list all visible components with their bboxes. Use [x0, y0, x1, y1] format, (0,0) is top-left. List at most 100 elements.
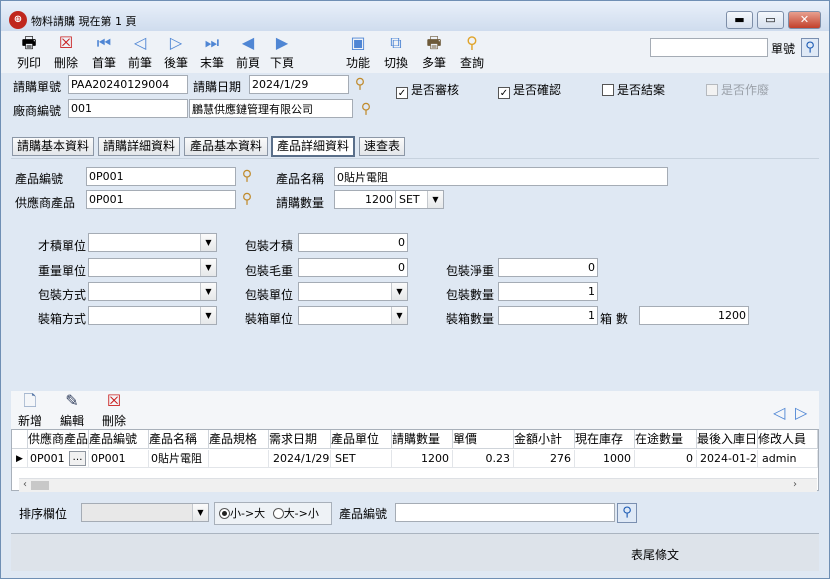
maximize-button[interactable]: ▭: [757, 11, 784, 29]
sort-order-group: 小->大 大->小: [214, 502, 332, 525]
box-qty-field[interactable]: [498, 306, 598, 325]
ellipsis-button[interactable]: …: [69, 451, 86, 466]
pack-cubic-label: 包裝才積: [245, 239, 294, 253]
column-header[interactable]: 產品編號: [89, 430, 149, 449]
query-button[interactable]: ⚲ 查詢: [455, 33, 489, 71]
column-header[interactable]: 金額小計: [514, 430, 575, 449]
boxes-field[interactable]: [639, 306, 749, 325]
scroll-left-icon[interactable]: ‹: [23, 479, 27, 490]
table-cell[interactable]: SET: [331, 450, 392, 468]
product-search-input[interactable]: [395, 503, 615, 522]
table-cell[interactable]: 0貼片電阻: [149, 450, 209, 468]
column-header[interactable]: 產品規格: [209, 430, 269, 449]
print-button[interactable]: 🖶 列印: [11, 33, 47, 71]
table-cell[interactable]: [209, 450, 269, 468]
pack-gross-field[interactable]: [298, 258, 408, 277]
query-icon: ⚲: [466, 33, 478, 52]
vendor-code-field[interactable]: [68, 99, 188, 118]
pack-qty-field[interactable]: [498, 282, 598, 301]
vendor-product-field[interactable]: [86, 190, 236, 209]
confirmed-checkbox[interactable]: ✓ 是否確認: [498, 81, 561, 99]
column-header[interactable]: 供應商產品: [28, 430, 89, 449]
chevron-down-icon: ▼: [427, 191, 443, 208]
table-cell[interactable]: 0.23: [453, 450, 514, 468]
pack-method-select[interactable]: ▼: [88, 282, 217, 301]
tab-product-basic[interactable]: 產品基本資料: [184, 137, 268, 156]
switch-button[interactable]: ⧉ 切換: [379, 33, 413, 71]
window-title: 物料請購 現在第 1 頁: [31, 15, 137, 28]
vendor-lookup-icon[interactable]: ⚲: [357, 100, 375, 118]
search-icon[interactable]: ⚲: [617, 503, 637, 523]
table-cell[interactable]: 0: [635, 450, 697, 468]
product-lookup-icon[interactable]: ⚲: [238, 167, 256, 185]
chevron-down-icon: ▼: [200, 307, 216, 324]
qty-field[interactable]: [334, 190, 396, 209]
column-header[interactable]: 在途數量: [635, 430, 697, 449]
table-cell[interactable]: 0P001: [89, 450, 149, 468]
tab-order-basic[interactable]: 請購基本資料: [12, 137, 94, 156]
next-record-button[interactable]: ▷ 後筆: [159, 33, 193, 71]
column-header[interactable]: 單價: [453, 430, 514, 449]
next-page-button[interactable]: ▶ 下頁: [265, 33, 299, 71]
sort-asc-radio[interactable]: 小->大: [219, 507, 265, 520]
table-cell[interactable]: 2024-01-29: [697, 450, 758, 468]
table-cell[interactable]: 2024/1/29: [269, 450, 331, 468]
order-no-search-label: 單號: [771, 42, 796, 56]
tab-quick-lookup[interactable]: 速查表: [359, 137, 405, 156]
closed-checkbox[interactable]: 是否結案: [602, 81, 665, 98]
scroll-right-icon[interactable]: ›: [793, 479, 797, 490]
column-header[interactable]: 請購數量: [392, 430, 453, 449]
unit-select[interactable]: SET ▼: [395, 190, 444, 209]
add-row-button[interactable]: 🗋 新增: [15, 391, 45, 429]
table-cell[interactable]: 276: [514, 450, 575, 468]
close-button[interactable]: ✕: [788, 11, 821, 29]
grid-prev-icon[interactable]: ◁: [773, 403, 785, 422]
edit-row-button[interactable]: ✎ 編輯: [57, 391, 87, 429]
sort-field-select[interactable]: ▼: [81, 503, 209, 522]
box-method-select[interactable]: ▼: [88, 306, 217, 325]
product-name-field[interactable]: [334, 167, 668, 186]
column-header[interactable]: 產品單位: [331, 430, 392, 449]
delete-button[interactable]: ☒ 刪除: [49, 33, 83, 71]
horizontal-scrollbar[interactable]: ‹ ›: [19, 478, 817, 492]
approved-checkbox[interactable]: ✓ 是否審核: [396, 81, 459, 99]
first-record-button[interactable]: ⏮ 首筆: [87, 33, 121, 71]
table-cell[interactable]: admin: [758, 450, 818, 468]
column-header[interactable]: 產品名稱: [149, 430, 209, 449]
weight-unit-select[interactable]: ▼: [88, 258, 217, 277]
prev-page-button[interactable]: ◀ 前頁: [231, 33, 265, 71]
footer-text: 表尾條文: [631, 548, 680, 562]
vendor-product-lookup-icon[interactable]: ⚲: [238, 190, 256, 208]
column-header[interactable]: 最後入庫日: [697, 430, 758, 449]
sort-desc-radio[interactable]: 大->小: [272, 507, 319, 520]
scroll-thumb[interactable]: [31, 481, 49, 490]
pack-net-field[interactable]: [498, 258, 598, 277]
pack-unit-select[interactable]: ▼: [298, 282, 408, 301]
req-date-field[interactable]: [249, 75, 349, 94]
req-no-field[interactable]: [68, 75, 188, 94]
prev-record-button[interactable]: ◁ 前筆: [123, 33, 157, 71]
column-header[interactable]: 修改人員: [758, 430, 818, 449]
delete-row-button[interactable]: ☒ 刪除: [99, 391, 129, 429]
minimize-button[interactable]: ▬: [726, 11, 753, 29]
cubic-unit-select[interactable]: ▼: [88, 233, 217, 252]
last-record-button[interactable]: ⏭ 末筆: [195, 33, 229, 71]
vendor-name-field[interactable]: [189, 99, 353, 118]
function-button[interactable]: ▣ 功能: [341, 33, 375, 71]
tab-product-detail[interactable]: 產品詳細資料: [271, 136, 355, 157]
multi-record-button[interactable]: 🖶 多筆: [417, 33, 451, 71]
pack-method-label: 包裝方式: [38, 288, 87, 302]
order-no-search-input[interactable]: [650, 38, 768, 57]
date-picker-icon[interactable]: ⚲: [351, 75, 369, 93]
tab-order-detail[interactable]: 請購詳細資料: [98, 137, 180, 156]
table-cell[interactable]: 1000: [575, 450, 635, 468]
table-cell[interactable]: 1200: [392, 450, 453, 468]
product-code-field[interactable]: [86, 167, 236, 186]
chevron-down-icon: ▼: [391, 283, 407, 300]
column-header[interactable]: 現在庫存: [575, 430, 635, 449]
box-unit-select[interactable]: ▼: [298, 306, 408, 325]
pack-cubic-field[interactable]: [298, 233, 408, 252]
grid-next-icon[interactable]: ▷: [795, 403, 807, 422]
column-header[interactable]: 需求日期: [269, 430, 331, 449]
search-icon[interactable]: ⚲: [801, 38, 819, 57]
